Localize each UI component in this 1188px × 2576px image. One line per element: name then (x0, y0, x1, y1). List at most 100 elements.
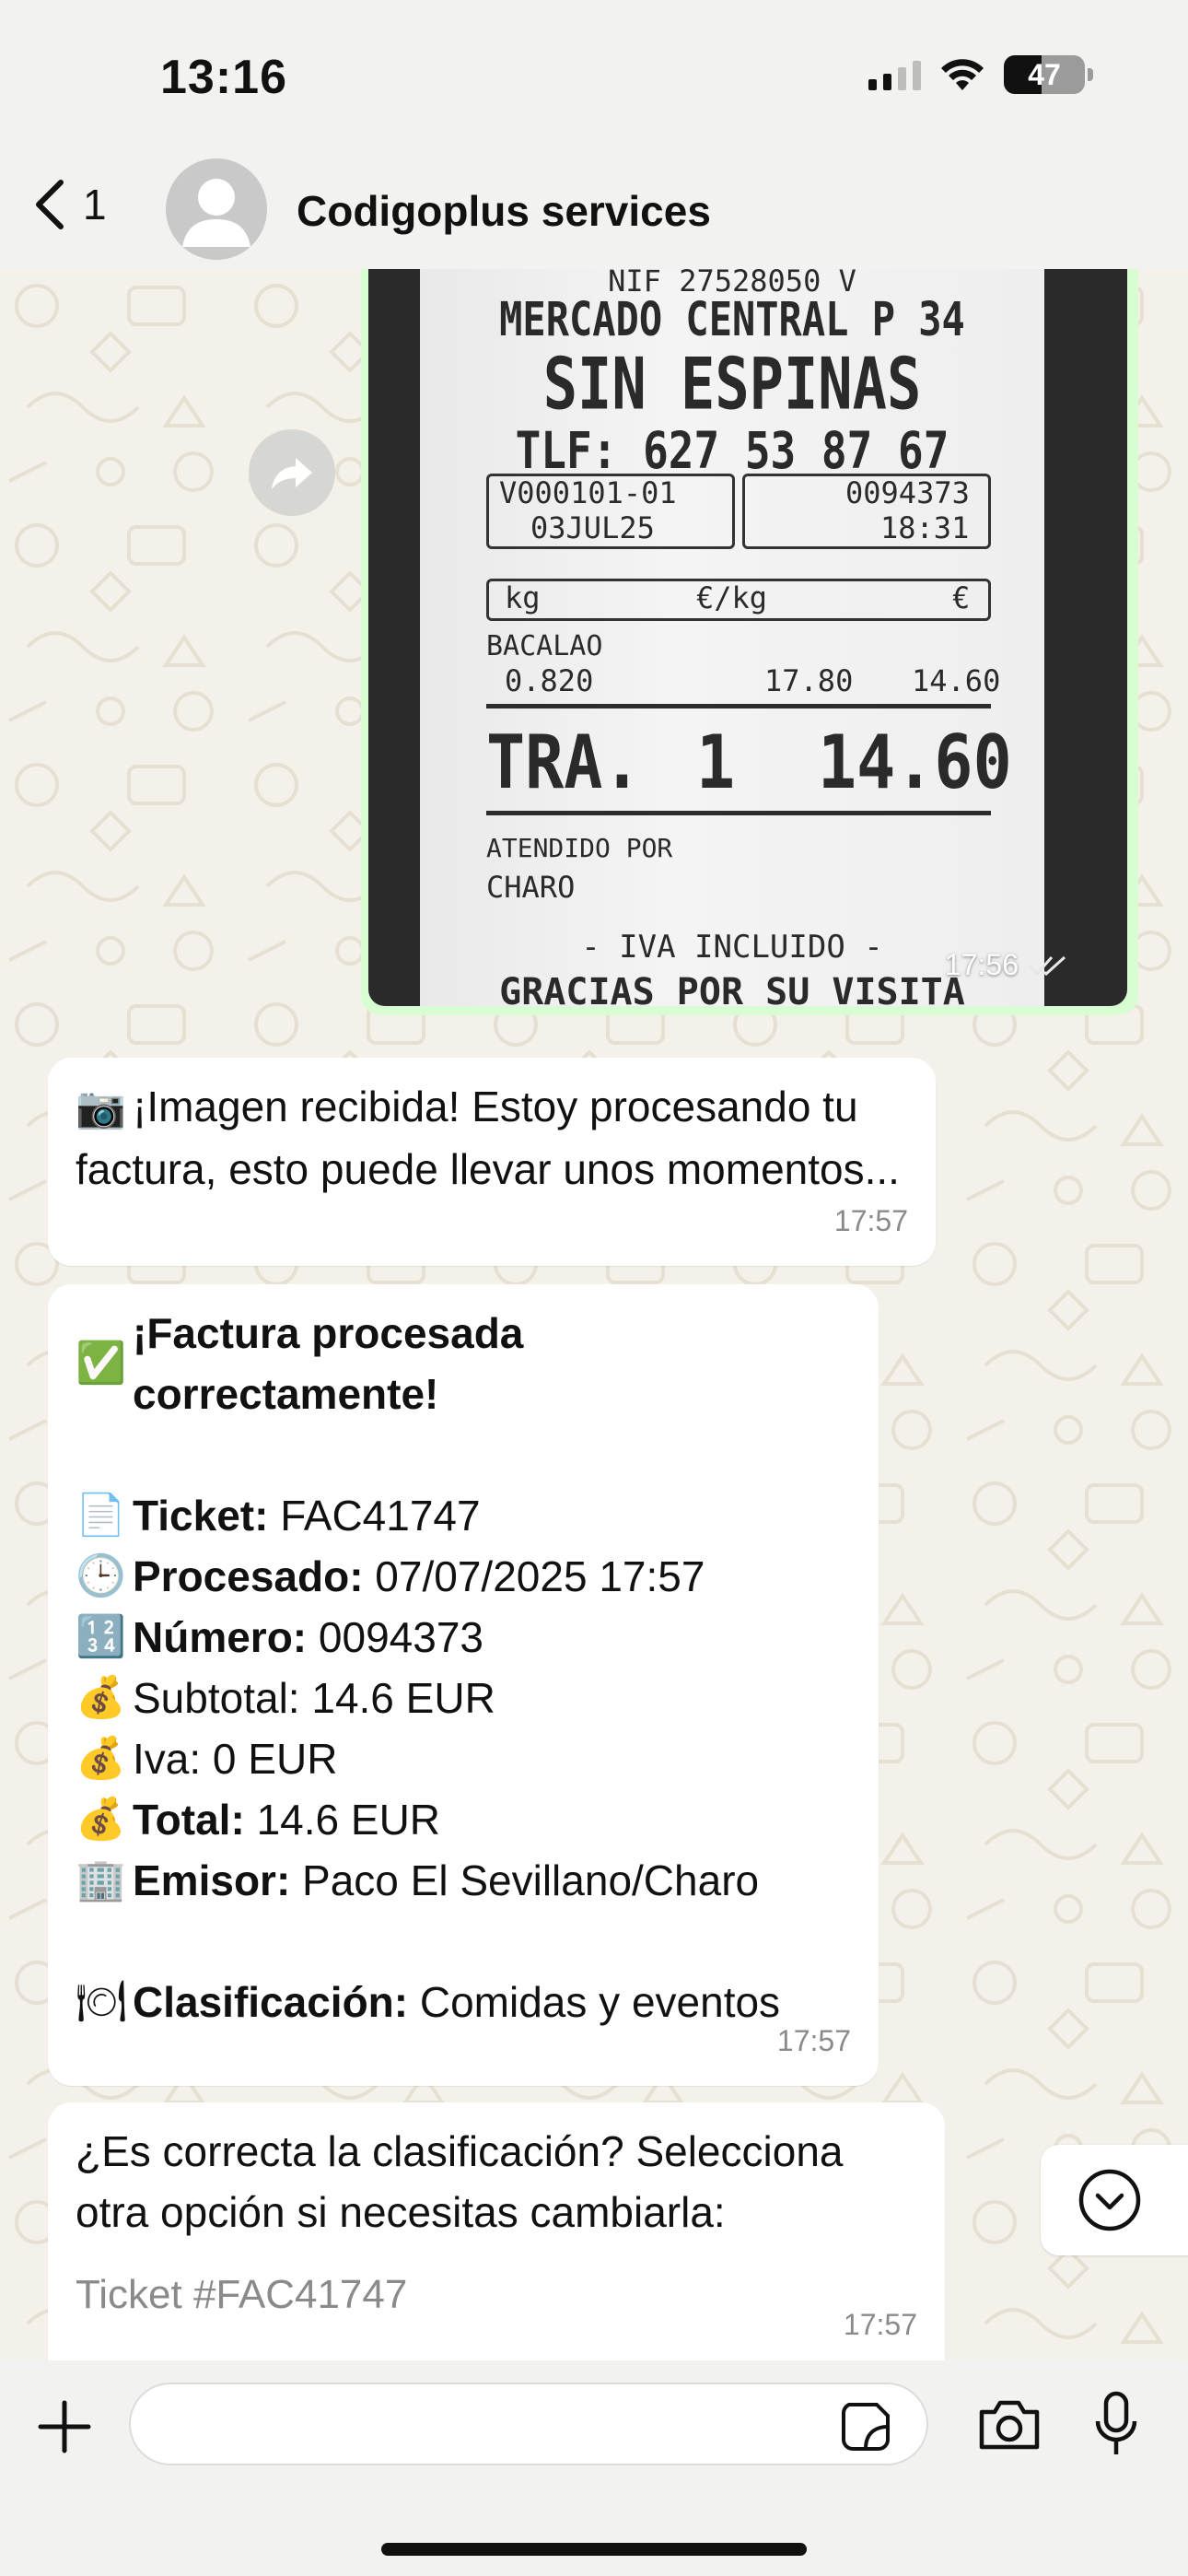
money-bag-emoji-icon: 💰 (76, 1674, 126, 1721)
receipt-item-total: 14.60 (912, 663, 1001, 698)
receipt-tra-label: TRA. (486, 719, 642, 806)
invoice-label: Total: (133, 1796, 245, 1844)
receipt-divider (486, 811, 991, 815)
forward-arrow-icon (272, 458, 312, 489)
receipt-item-kg: 0.820 (505, 663, 594, 698)
home-indicator[interactable] (381, 2543, 807, 2556)
microphone-icon[interactable] (1092, 2390, 1140, 2460)
incoming-message[interactable]: 📷 ¡Imagen recibida! Estoy procesando tu f… (48, 1058, 936, 1266)
receipt-market: MERCADO CENTRAL P 34 (499, 292, 965, 346)
invoice-value: 0 EUR (201, 1735, 338, 1783)
money-bag-emoji-icon: 💰 (76, 1796, 126, 1843)
message-time: 17:57 (776, 2024, 851, 2057)
message-footer: Ticket #FAC41747 (76, 2272, 408, 2317)
message-text-line: ¿Es correcta la clasificación? Seleccion… (76, 2127, 844, 2175)
plus-icon[interactable] (33, 2395, 96, 2458)
receipt-item-name: BACALAO (486, 630, 603, 662)
camera-emoji-icon: 📷 (76, 1084, 126, 1131)
invoice-line: 💰 Iva: 0 EUR (76, 1728, 851, 1789)
chevron-down-circle-icon (1078, 2169, 1141, 2231)
clock-emoji-icon: 🕒 (76, 1552, 126, 1599)
invoice-line: 🏢 Emisor: Paco El Sevillano/Charo (76, 1850, 851, 1911)
receipt-tra-count: 1 (696, 719, 736, 806)
contact-name[interactable]: Codigoplus services (297, 186, 711, 236)
document-emoji-icon: 📄 (76, 1492, 126, 1539)
receipt-col-kg: kg (505, 580, 541, 615)
receipt-shop: SIN ESPINAS (542, 341, 922, 427)
invoice-value: 14.6 EUR (299, 1674, 495, 1722)
contact-avatar[interactable] (166, 158, 267, 260)
invoice-value: 07/07/2025 17:57 (363, 1552, 705, 1600)
back-button[interactable]: 1 (31, 177, 107, 232)
check-emoji-icon: ✅ (76, 1340, 126, 1387)
receipt-number: 0094373 (845, 475, 970, 510)
invoice-value: Paco El Sevillano/Charo (290, 1856, 760, 1904)
chevron-left-icon (36, 180, 64, 229)
classification-line: 🍽 Clasificación: Comidas y eventos (76, 1972, 851, 2032)
receipt-divider (486, 704, 991, 708)
invoice-label: Emisor: (133, 1856, 291, 1904)
invoice-line: 💰 Subtotal: 14.6 EUR (76, 1668, 851, 1728)
forward-button[interactable] (249, 429, 335, 516)
receipt-date: 03JUL25 (530, 510, 655, 545)
classification-label: Clasificación: (133, 1978, 409, 2026)
invoice-line: 📄 Ticket: FAC41747 (76, 1485, 851, 1546)
status-time: 13:16 (160, 51, 287, 104)
unread-count: 1 (83, 181, 107, 228)
invoice-value: 14.6 EUR (244, 1796, 441, 1844)
message-time: 17:56 (945, 948, 1070, 982)
receipt-col-eur: € (952, 580, 971, 615)
message-text-line: otra opción si necesitas cambiarla: (76, 2188, 726, 2236)
battery-icon: 47 (1004, 55, 1093, 94)
invoice-label: Procesado: (133, 1552, 364, 1600)
invoice-label: Número: (133, 1613, 308, 1661)
image-message[interactable]: NIF 27528050 V MERCADO CENTRAL P 34 SIN … (361, 269, 1138, 1015)
money-bag-emoji-icon: 💰 (76, 1735, 126, 1782)
default-avatar-icon (182, 179, 250, 247)
composer-bar (0, 2360, 1188, 2576)
receipt-photo[interactable]: NIF 27528050 V MERCADO CENTRAL P 34 SIN … (368, 269, 1127, 1006)
wifi-icon (941, 59, 984, 90)
receipt-terminal: V000101-01 (499, 475, 677, 510)
building-emoji-icon: 🏢 (76, 1856, 126, 1903)
scroll-to-bottom-button[interactable] (1041, 2145, 1188, 2255)
incoming-message[interactable]: ✅ ¡Factura procesada correctamente! 📄 Ti… (48, 1284, 879, 2086)
invoice-line: 💰 Total: 14.6 EUR (76, 1789, 851, 1850)
invoice-line: 🕒 Procesado: 07/07/2025 17:57 (76, 1546, 851, 1607)
status-icons: 47 (868, 55, 1093, 94)
message-text: 📷 ¡Imagen recibida! Estoy procesando tu f… (76, 1076, 908, 1200)
receipt-time: 18:31 (880, 510, 970, 545)
chat-header: 1 Codigoplus services (0, 147, 1188, 269)
message-input[interactable] (129, 2383, 928, 2465)
classification-value: Comidas y eventos (408, 1978, 781, 2026)
invoice-value: 0094373 (307, 1613, 483, 1661)
incoming-message[interactable]: ¿Es correcta la clasificación? Seleccion… (48, 2102, 945, 2360)
cellular-signal-icon (868, 59, 921, 90)
invoice-label: Iva: (133, 1735, 202, 1783)
message-time: 17:57 (843, 2308, 917, 2341)
receipt-item-price: 17.80 (764, 663, 854, 698)
sticker-icon[interactable] (840, 2401, 891, 2453)
receipt-phone: TLF: 627 53 87 67 (515, 420, 949, 481)
message-body: ¡Imagen recibida! Estoy procesando tu fa… (76, 1083, 900, 1193)
message-time: 17:57 (833, 1204, 908, 1237)
read-checkmarks-icon (1028, 955, 1066, 976)
invoice-line: 🔢 Número: 0094373 (76, 1607, 851, 1668)
invoice-value: FAC41747 (268, 1492, 481, 1540)
numbers-emoji-icon: 🔢 (76, 1613, 126, 1660)
receipt-attended-label: ATENDIDO POR (486, 833, 673, 863)
invoice-title-row: ✅ ¡Factura procesada correctamente! (76, 1303, 851, 1424)
plate-emoji-icon: 🍽 (76, 1978, 127, 2025)
image-message-time: 17:56 (944, 948, 1019, 981)
invoice-title: ¡Factura procesada correctamente! (133, 1309, 524, 1418)
receipt-attended-name: CHARO (486, 870, 576, 905)
receipt-col-eur-kg: €/kg (696, 580, 768, 615)
top-bar: 13:16 47 1 Codigoplus services (0, 0, 1188, 269)
chat-area[interactable]: NIF 27528050 V MERCADO CENTRAL P 34 SIN … (0, 269, 1188, 2360)
receipt-tra-total: 14.60 (818, 719, 1012, 806)
receipt-paper: NIF 27528050 V MERCADO CENTRAL P 34 SIN … (420, 269, 1044, 1006)
battery-level: 47 (1028, 57, 1061, 91)
invoice-label: Ticket: (133, 1492, 269, 1540)
invoice-label: Subtotal: (133, 1674, 300, 1722)
camera-icon[interactable] (976, 2397, 1042, 2453)
